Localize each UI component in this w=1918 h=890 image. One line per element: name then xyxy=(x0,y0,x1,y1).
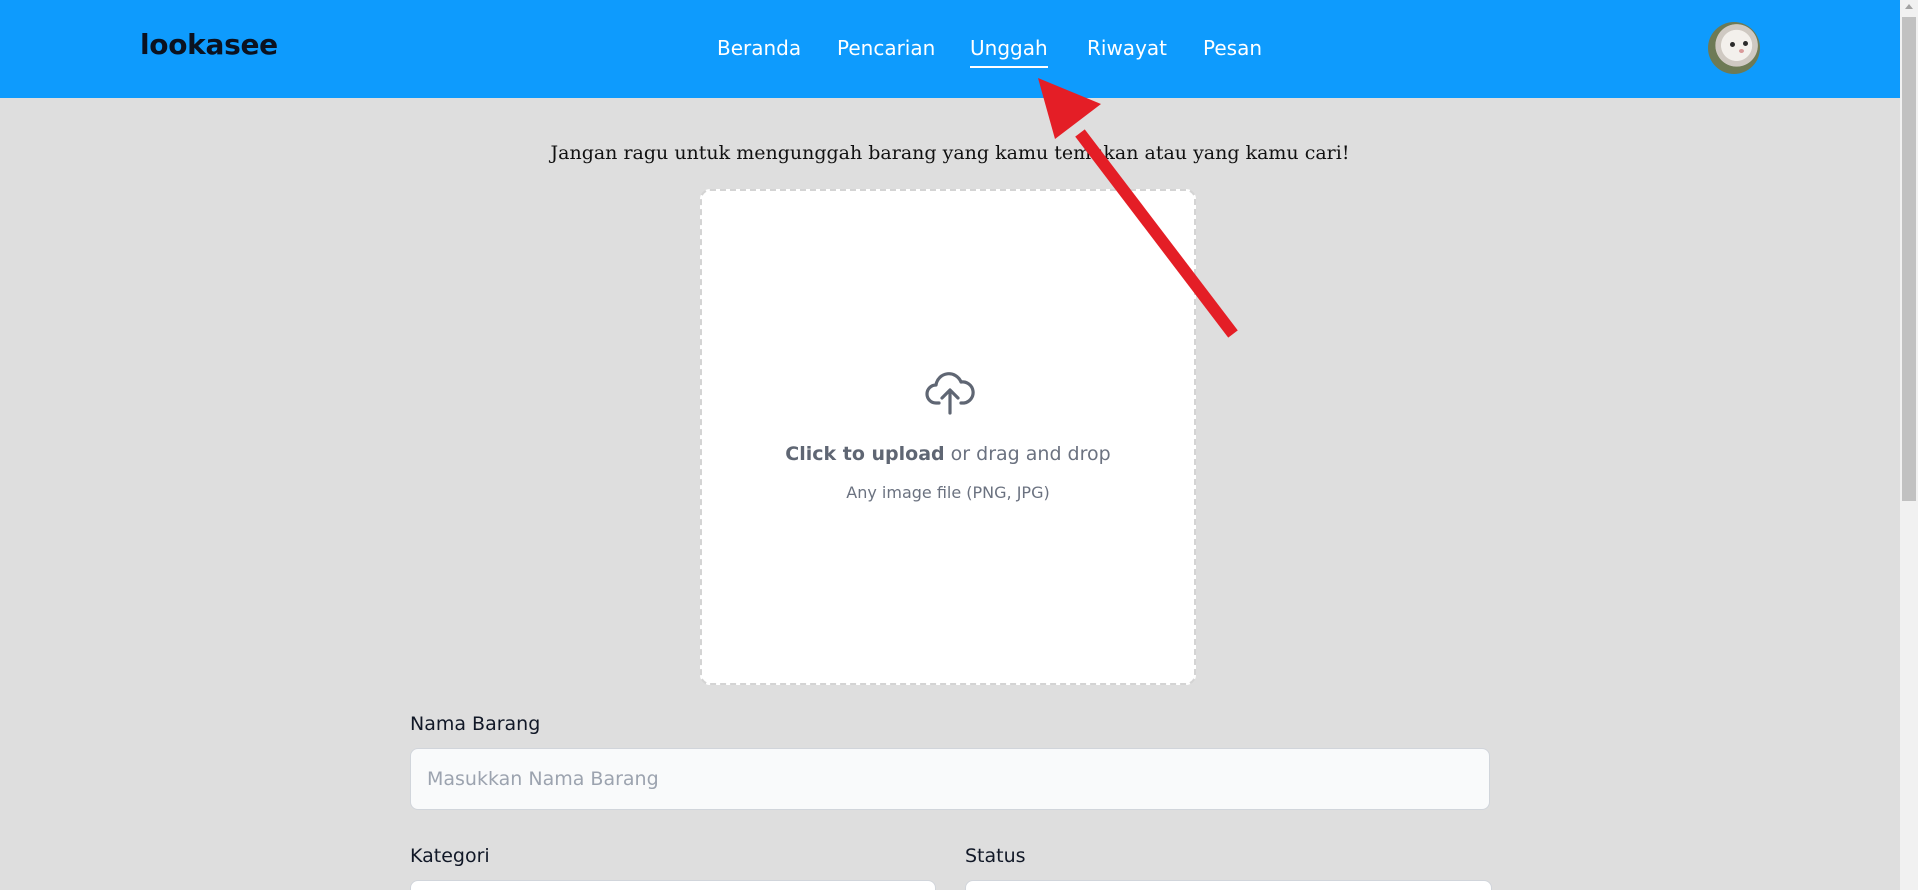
main-nav: Beranda Pencarian Unggah Riwayat Pesan xyxy=(0,0,1900,98)
upload-dropzone[interactable]: Click to upload or drag and drop Any ima… xyxy=(700,189,1196,685)
nav-link-unggah[interactable]: Unggah xyxy=(970,36,1048,68)
nama-barang-input[interactable] xyxy=(410,748,1490,810)
page: lookasee Beranda Pencarian Unggah Riwaya… xyxy=(0,0,1918,890)
nama-barang-label: Nama Barang xyxy=(410,713,541,735)
kategori-label: Kategori xyxy=(410,845,490,867)
scroll-up-arrow-icon[interactable] xyxy=(1905,4,1913,9)
status-select[interactable] xyxy=(965,880,1492,890)
upload-instruction: Click to upload or drag and drop xyxy=(702,443,1194,465)
avatar-eye xyxy=(1730,42,1735,47)
cloud-upload-icon xyxy=(925,372,975,415)
nav-link-riwayat[interactable]: Riwayat xyxy=(1087,36,1167,60)
avatar-nose xyxy=(1739,49,1744,53)
nav-link-pesan[interactable]: Pesan xyxy=(1203,36,1262,60)
upload-intro-text: Jangan ragu untuk mengunggah barang yang… xyxy=(550,142,1350,164)
nav-link-pencarian[interactable]: Pencarian xyxy=(837,36,935,60)
navbar: lookasee Beranda Pencarian Unggah Riwaya… xyxy=(0,0,1900,98)
kategori-select[interactable] xyxy=(410,880,936,890)
avatar-eye xyxy=(1743,41,1748,46)
drag-drop-text: or drag and drop xyxy=(944,443,1111,465)
file-type-hint: Any image file (PNG, JPG) xyxy=(846,483,1050,502)
nav-link-beranda[interactable]: Beranda xyxy=(717,36,801,60)
avatar[interactable] xyxy=(1708,22,1760,74)
status-label: Status xyxy=(965,845,1026,867)
vertical-scrollbar[interactable] xyxy=(1900,0,1918,890)
click-to-upload-link[interactable]: Click to upload xyxy=(785,443,944,465)
scrollbar-thumb[interactable] xyxy=(1902,17,1916,501)
